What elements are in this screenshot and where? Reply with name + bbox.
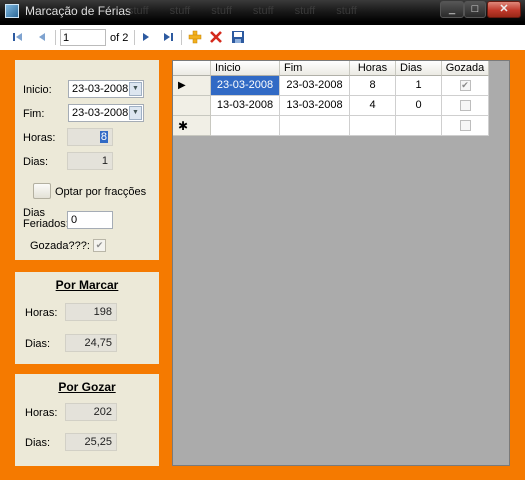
window-title: Marcação de Férias: [25, 4, 132, 18]
cell-gozada-new[interactable]: [442, 116, 489, 136]
por-marcar-dias-value: 24,75: [65, 334, 117, 352]
column-header-gozada[interactable]: Gozada: [442, 61, 489, 76]
por-gozar-panel: Por Gozar Horas: 202 Dias: 25,25: [15, 374, 159, 466]
toolbar-separator: [134, 30, 135, 45]
por-gozar-horas-value: 202: [65, 403, 117, 421]
fim-date-value: 23-03-2008: [72, 107, 129, 119]
chevron-down-icon[interactable]: ▼: [129, 82, 142, 96]
window-titlebar: Marcação de Férias stuff stuff stuff stu…: [0, 0, 525, 22]
close-window-button[interactable]: ✕: [487, 1, 521, 18]
fim-date-picker[interactable]: 23-03-2008 ▼: [68, 104, 144, 122]
gozada-checkbox[interactable]: ✔: [93, 239, 106, 252]
column-header-dias[interactable]: Dias: [396, 61, 442, 76]
delete-icon[interactable]: [208, 29, 224, 45]
dias-label: Dias:: [23, 156, 49, 168]
por-gozar-dias-label: Dias:: [25, 437, 51, 449]
por-marcar-horas-label: Horas:: [25, 307, 58, 319]
count-label: of 2: [110, 32, 129, 44]
row-selector[interactable]: [173, 96, 211, 116]
cell-dias[interactable]: 0: [396, 96, 442, 116]
binding-navigator-toolbar: of 2: [0, 25, 525, 51]
cell-gozada[interactable]: ✔: [442, 76, 489, 96]
toolbar-separator: [55, 30, 56, 45]
table-row[interactable]: ▶ 23-03-2008 23-03-2008 8 1 ✔: [173, 76, 489, 96]
table-row[interactable]: 13-03-2008 13-03-2008 4 0: [173, 96, 489, 116]
move-previous-icon[interactable]: [34, 29, 50, 45]
inicio-date-value: 23-03-2008: [72, 83, 129, 95]
por-gozar-title: Por Gozar: [58, 380, 116, 394]
feriados-label: Dias Feriados:: [23, 208, 69, 230]
cell-fim[interactable]: 23-03-2008: [280, 76, 350, 96]
column-header-horas[interactable]: Horas: [350, 61, 396, 76]
gozada-cell-checkbox[interactable]: [459, 99, 471, 111]
fraccoes-label: Optar por fracções: [55, 186, 147, 198]
add-new-icon[interactable]: [187, 29, 203, 45]
cell-fim-new[interactable]: [280, 116, 350, 136]
inicio-date-picker[interactable]: 23-03-2008 ▼: [68, 80, 144, 98]
cell-horas[interactable]: 4: [350, 96, 396, 116]
cell-fim[interactable]: 13-03-2008: [280, 96, 350, 116]
gozada-cell-checkbox[interactable]: [459, 119, 471, 131]
por-gozar-dias-value: 25,25: [65, 433, 117, 451]
move-first-icon[interactable]: [10, 29, 26, 45]
background-menu-text: stuff stuff stuff stuff stuff stuff: [128, 5, 357, 17]
fim-label: Fim:: [23, 108, 45, 120]
save-icon[interactable]: [230, 29, 246, 45]
dias-field: 1: [67, 152, 113, 170]
por-marcar-horas-value: 198: [65, 303, 117, 321]
cell-gozada[interactable]: [442, 96, 489, 116]
inicio-label: Inicio:: [23, 84, 52, 96]
new-row-selector[interactable]: ✱: [173, 116, 211, 136]
minimize-button[interactable]: _: [440, 1, 464, 18]
feriados-label-line2: Feriados:: [23, 218, 69, 230]
cell-horas-new[interactable]: [350, 116, 396, 136]
fraccoes-toggle-button[interactable]: [33, 183, 51, 199]
column-header-fim[interactable]: Fim: [280, 61, 350, 76]
row-selector-current[interactable]: ▶: [173, 76, 211, 96]
maximize-button[interactable]: □: [464, 1, 486, 18]
move-next-icon[interactable]: [138, 29, 154, 45]
cell-dias[interactable]: 1: [396, 76, 442, 96]
horas-value: 8: [99, 131, 108, 143]
gozada-cell-checkbox[interactable]: ✔: [459, 79, 471, 91]
new-row[interactable]: ✱: [173, 116, 489, 136]
vacation-data-grid[interactable]: Inicio Fim Horas Dias Gozada ▶ 23-03-200…: [172, 60, 510, 466]
position-input[interactable]: [60, 29, 106, 46]
cell-inicio[interactable]: 23-03-2008: [211, 76, 280, 96]
grid-corner-header[interactable]: [173, 61, 211, 76]
cell-inicio[interactable]: 13-03-2008: [211, 96, 280, 116]
app-icon: [5, 4, 19, 18]
cell-horas[interactable]: 8: [350, 76, 396, 96]
feriados-input[interactable]: [67, 211, 113, 229]
horas-label: Horas:: [23, 132, 56, 144]
por-marcar-title: Por Marcar: [55, 278, 119, 292]
vacation-entry-panel: Inicio: 23-03-2008 ▼ Fim: 23-03-2008 ▼ H…: [15, 60, 159, 260]
chevron-down-icon[interactable]: ▼: [129, 106, 142, 120]
gozada-label: Gozada???:: [30, 240, 90, 252]
horas-field[interactable]: 8: [67, 128, 113, 146]
por-gozar-horas-label: Horas:: [25, 407, 58, 419]
column-header-inicio[interactable]: Inicio: [211, 61, 280, 76]
por-marcar-panel: Por Marcar Horas: 198 Dias: 24,75: [15, 272, 159, 364]
cell-inicio-new[interactable]: [211, 116, 280, 136]
move-last-icon[interactable]: [160, 29, 176, 45]
toolbar-separator: [181, 30, 182, 45]
por-marcar-dias-label: Dias:: [25, 338, 51, 350]
cell-dias-new[interactable]: [396, 116, 442, 136]
